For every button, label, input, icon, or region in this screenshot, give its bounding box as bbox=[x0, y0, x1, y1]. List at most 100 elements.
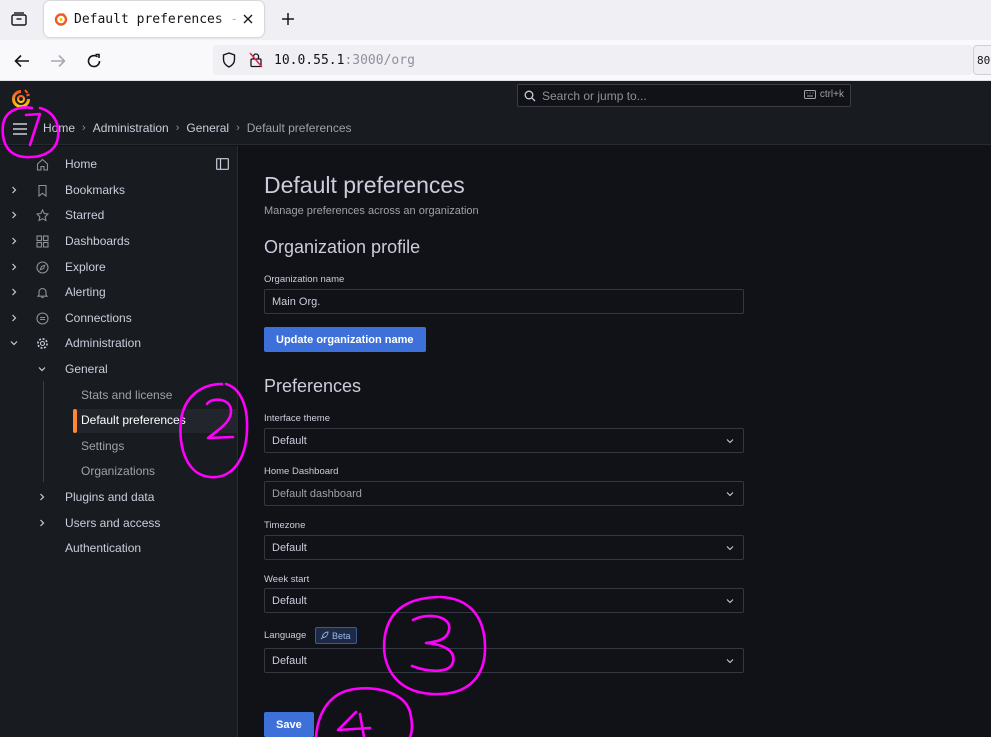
chevron-right-icon[interactable] bbox=[9, 185, 19, 195]
org-name-input[interactable]: Main Org. bbox=[264, 289, 744, 314]
sidebar-item-default-preferences[interactable]: Default preferences bbox=[0, 407, 237, 433]
chevron-down-icon bbox=[726, 439, 734, 444]
breadcrumb-administration[interactable]: Administration bbox=[93, 121, 169, 135]
browser-tab[interactable]: Default preferences - General - Administ… bbox=[44, 1, 264, 37]
sidebar-item-label: Authentication bbox=[65, 541, 142, 555]
sidebar-item-plugins-and-data[interactable]: Plugins and data bbox=[0, 484, 237, 510]
preferences-heading: Preferences bbox=[264, 376, 362, 396]
keyboard-icon bbox=[803, 90, 816, 99]
sidebar-item-label: Plugins and data bbox=[65, 490, 155, 504]
chevron-right-icon[interactable] bbox=[9, 287, 19, 297]
sidebar-item-administration[interactable]: Administration bbox=[0, 330, 237, 356]
search-placeholder: Search or jump to... bbox=[542, 88, 647, 103]
chevron-down-icon bbox=[726, 659, 734, 664]
sidebar-item-label: Dashboards bbox=[65, 234, 130, 248]
sidebar-item-connections[interactable]: Connections bbox=[0, 305, 237, 331]
theme-select[interactable]: Default bbox=[264, 428, 744, 453]
shield-icon[interactable] bbox=[222, 52, 236, 68]
sidebar-item-label: Settings bbox=[81, 439, 125, 453]
grafana-logo-icon[interactable] bbox=[10, 88, 32, 110]
grafana-top-bar: Search or jump to... ctrl+k bbox=[0, 81, 991, 113]
org-name-value: Main Org. bbox=[272, 296, 321, 308]
chevron-right-icon[interactable] bbox=[37, 492, 47, 502]
reload-icon[interactable] bbox=[83, 50, 105, 72]
gear-icon bbox=[37, 337, 48, 349]
bookmark-icon bbox=[38, 184, 47, 197]
chevron-right-icon[interactable] bbox=[9, 210, 19, 220]
sidebar-item-label: Administration bbox=[65, 336, 142, 350]
week-start-select[interactable]: Default bbox=[264, 588, 744, 613]
sidebar-item-bookmarks[interactable]: Bookmarks bbox=[0, 177, 237, 203]
compass-icon bbox=[36, 260, 49, 274]
breadcrumb-general[interactable]: General bbox=[186, 121, 229, 135]
rocket-icon bbox=[320, 631, 329, 640]
search-input[interactable]: Search or jump to... ctrl+k bbox=[517, 84, 851, 107]
url-host: 10.0.55.1 bbox=[274, 52, 345, 68]
sidebar-item-authentication[interactable]: Authentication bbox=[0, 535, 237, 561]
sidebar-item-label: Users and access bbox=[65, 516, 161, 530]
tab-title: Default preferences - General - Administ… bbox=[74, 11, 242, 27]
timezone-value: Default bbox=[272, 542, 307, 554]
org-profile-heading: Organization profile bbox=[264, 237, 421, 257]
breadcrumb-separator: › bbox=[82, 122, 86, 134]
chevron-right-icon[interactable] bbox=[9, 313, 19, 323]
breadcrumb-bar: Home › Administration › General › Defaul… bbox=[0, 113, 991, 145]
toolbar-overflow[interactable]: 80 bbox=[973, 45, 991, 75]
breadcrumb-home[interactable]: Home bbox=[43, 121, 75, 135]
timezone-label: Timezone bbox=[264, 520, 306, 531]
search-shortcut-text: ctrl+k bbox=[819, 89, 844, 100]
page-title: Default preferences bbox=[264, 172, 465, 198]
sidebar-item-settings[interactable]: Settings bbox=[0, 433, 237, 459]
close-tab-icon[interactable] bbox=[240, 11, 256, 27]
sidebar-item-dashboards[interactable]: Dashboards bbox=[0, 228, 237, 254]
chevron-down-icon[interactable] bbox=[9, 338, 19, 348]
chevron-right-icon[interactable] bbox=[9, 236, 19, 246]
sidebar-item-label: Bookmarks bbox=[65, 183, 126, 197]
chevron-down-icon bbox=[726, 599, 734, 604]
sidebar-item-explore[interactable]: Explore bbox=[0, 254, 237, 280]
sidebar-item-label: Stats and license bbox=[81, 388, 173, 402]
update-org-name-button[interactable]: Update organization name bbox=[264, 327, 426, 352]
sidebar-item-label: General bbox=[65, 362, 108, 376]
sidebar-item-starred[interactable]: Starred bbox=[0, 202, 237, 228]
language-label: Language bbox=[264, 630, 307, 641]
week-start-value: Default bbox=[272, 595, 307, 607]
sidebar-item-home[interactable]: Home bbox=[0, 151, 237, 177]
sidebar-item-users-and-access[interactable]: Users and access bbox=[0, 510, 237, 536]
language-select[interactable]: Default bbox=[264, 648, 744, 673]
menu-icon[interactable] bbox=[11, 121, 29, 137]
grafana-favicon-icon bbox=[54, 13, 68, 26]
chevron-right-icon[interactable] bbox=[37, 518, 47, 528]
chevron-down-icon[interactable] bbox=[37, 364, 47, 374]
home-dashboard-select[interactable]: Default dashboard bbox=[264, 481, 744, 506]
home-icon bbox=[36, 158, 49, 171]
sidebar-item-general[interactable]: General bbox=[0, 356, 237, 382]
save-button[interactable]: Save bbox=[264, 712, 314, 737]
sidebar-item-label: Home bbox=[65, 157, 98, 171]
sidebar-item-label: Connections bbox=[65, 311, 132, 325]
sidebar-item-organizations[interactable]: Organizations bbox=[0, 458, 237, 484]
main-content: Default preferences Manage preferences a… bbox=[238, 146, 991, 737]
home-dashboard-placeholder: Default dashboard bbox=[272, 488, 362, 500]
beta-badge: Beta bbox=[315, 627, 357, 644]
theme-label: Interface theme bbox=[264, 413, 331, 424]
beta-badge-text: Beta bbox=[332, 630, 351, 641]
tab-list-icon[interactable] bbox=[6, 7, 32, 31]
star-icon bbox=[36, 208, 49, 222]
sidebar-item-stats-and-license[interactable]: Stats and license bbox=[0, 382, 237, 408]
browser-nav-bar: 10.0.55.1:3000/org bbox=[0, 40, 991, 81]
timezone-select[interactable]: Default bbox=[264, 535, 744, 560]
sidebar-item-label: Default preferences bbox=[81, 413, 186, 427]
insecure-lock-icon[interactable] bbox=[249, 52, 263, 68]
sidebar: Home Bookmarks Starred Dashboards Explor… bbox=[0, 146, 238, 737]
language-value: Default bbox=[272, 655, 307, 667]
chevron-right-icon[interactable] bbox=[9, 262, 19, 272]
back-icon[interactable] bbox=[11, 50, 33, 72]
new-tab-icon[interactable] bbox=[278, 9, 298, 29]
forward-icon[interactable] bbox=[47, 50, 69, 72]
bell-icon bbox=[36, 287, 49, 298]
browser-tab-bar: Default preferences - General - Administ… bbox=[0, 0, 991, 40]
sidebar-item-alerting[interactable]: Alerting bbox=[0, 279, 237, 305]
url-bar[interactable]: 10.0.55.1:3000/org bbox=[213, 45, 973, 75]
search-icon bbox=[524, 90, 536, 101]
